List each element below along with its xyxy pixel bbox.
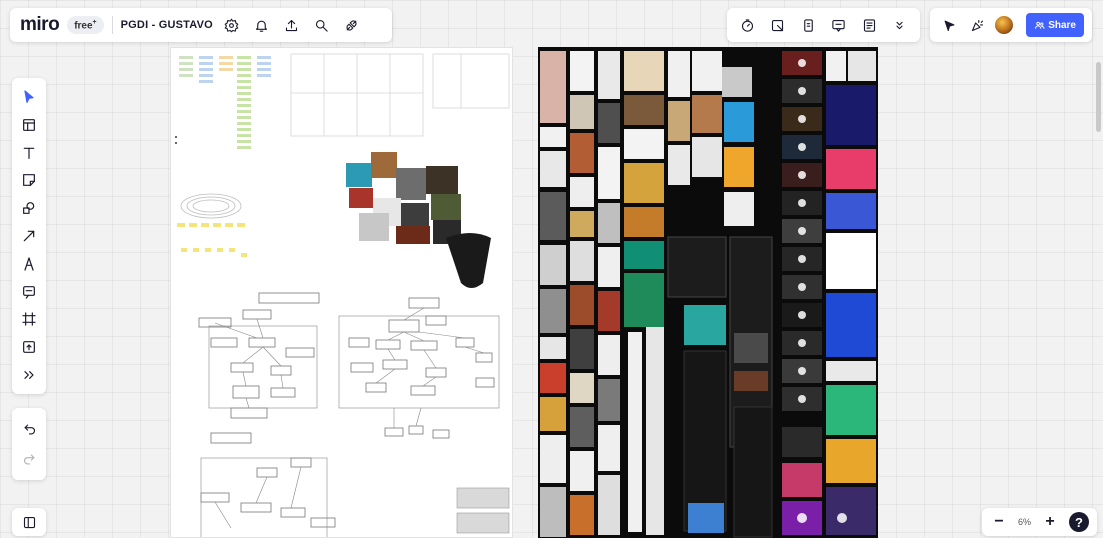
notes-icon[interactable]: [858, 14, 880, 36]
creation-toolbar: [12, 78, 46, 394]
zoom-level[interactable]: 6%: [1018, 517, 1031, 527]
sticky-note-icon[interactable]: [18, 169, 40, 191]
shapes-icon[interactable]: [18, 197, 40, 219]
plug-icon[interactable]: [341, 14, 363, 36]
select-icon[interactable]: [18, 86, 40, 108]
reactions-icon[interactable]: [938, 14, 960, 36]
plan-badge-label: free: [74, 20, 93, 32]
board-frame-moodboard[interactable]: [538, 47, 878, 538]
share-bar: Share: [930, 8, 1092, 42]
share-button-label: Share: [1048, 19, 1076, 31]
divider: [111, 16, 113, 34]
redo-icon[interactable]: [18, 448, 40, 470]
moodboard-content: [540, 51, 876, 538]
text-icon[interactable]: [18, 142, 40, 164]
board-panel-toggle[interactable]: [12, 508, 46, 536]
users-icon: [1035, 21, 1045, 29]
celebrate-icon[interactable]: [966, 14, 988, 36]
board-header-bar: miro free+ PGDI - GUSTAVO: [10, 8, 392, 42]
timer-icon[interactable]: [736, 14, 758, 36]
comment-icon[interactable]: [828, 14, 850, 36]
card-icon[interactable]: [767, 14, 789, 36]
share-button[interactable]: Share: [1026, 13, 1084, 37]
collaboration-tools-bar: [727, 8, 920, 42]
help-button[interactable]: ?: [1068, 512, 1089, 532]
history-bar: [12, 408, 46, 480]
undo-icon[interactable]: [18, 418, 40, 440]
frame-icon[interactable]: [18, 308, 40, 330]
upload-icon[interactable]: [281, 14, 303, 36]
more-chevron-icon[interactable]: [889, 14, 911, 36]
zoom-out-button[interactable]: −: [990, 513, 1008, 531]
zoom-controls: − 6% + ?: [982, 508, 1097, 536]
voting-icon[interactable]: [797, 14, 819, 36]
templates-icon[interactable]: [18, 114, 40, 136]
pen-icon[interactable]: [18, 253, 40, 275]
board-frame-planning[interactable]: [170, 47, 513, 538]
vertical-scrollbar[interactable]: [1096, 62, 1101, 132]
arrow-icon[interactable]: [18, 225, 40, 247]
settings-icon[interactable]: [221, 14, 243, 36]
bell-icon[interactable]: [251, 14, 273, 36]
user-avatar[interactable]: [994, 15, 1014, 35]
more-tools-icon[interactable]: [18, 364, 40, 386]
board-title[interactable]: PGDI - GUSTAVO: [121, 19, 213, 31]
comment-tool-icon[interactable]: [18, 281, 40, 303]
zoom-in-button[interactable]: +: [1041, 513, 1059, 531]
miro-logo[interactable]: miro: [20, 14, 60, 36]
plan-badge[interactable]: free+: [67, 15, 104, 35]
sidebar-toggle-icon: [18, 511, 40, 533]
search-icon[interactable]: [311, 14, 333, 36]
upload-tool-icon[interactable]: [18, 336, 40, 358]
planning-board-content: [175, 53, 510, 537]
